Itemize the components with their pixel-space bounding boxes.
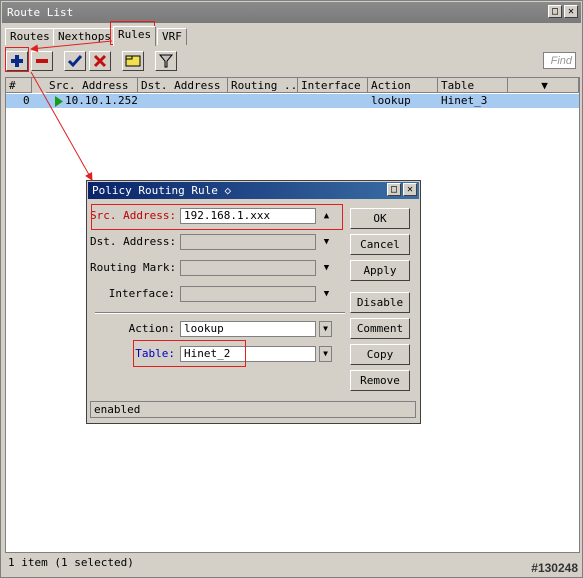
tab-rules[interactable]: Rules (113, 26, 157, 46)
annotation-arrows (30, 40, 113, 181)
arrow-add-to-dialog (30, 71, 93, 181)
arrow-tab-to-add (30, 40, 113, 53)
